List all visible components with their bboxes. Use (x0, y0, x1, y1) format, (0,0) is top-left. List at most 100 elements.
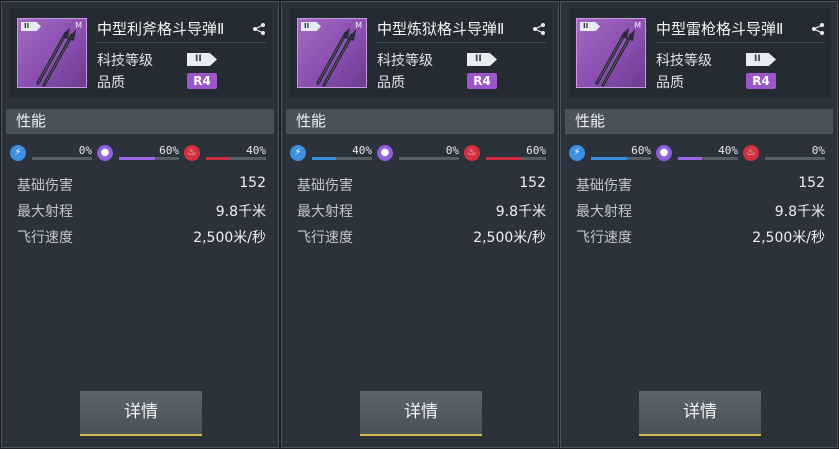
damage-bar (486, 157, 546, 160)
tech-level-label: 科技等级 (656, 53, 712, 69)
thumb-size-label: M (355, 21, 362, 30)
missile-card: II M 中型炼狱格斗导弹Ⅱ 科技等级 II 品质 R4 性能 ⚡ 40% ● 0% ♨… (281, 1, 559, 448)
damage-percent: 60% (631, 144, 651, 157)
details-button[interactable]: 详情 (639, 391, 761, 436)
kinetic-icon: ● (377, 145, 393, 161)
damage-percent: 40% (246, 144, 266, 157)
stat-value: 9.8千米 (495, 204, 546, 220)
damage-percent: 60% (526, 144, 546, 157)
stat-base-damage: 基础伤害 152 (290, 175, 552, 195)
missile-title: 中型炼狱格斗导弹Ⅱ (377, 20, 505, 38)
card-header: II M 中型雷枪格斗导弹Ⅱ 科技等级 II 品质 R4 (569, 8, 831, 98)
damage-bar-fill (206, 157, 230, 160)
stat-value: 152 (239, 175, 266, 191)
quality-badge: R4 (746, 73, 776, 89)
stat-max-range: 最大射程 9.8千米 (569, 201, 831, 221)
missile-title: 中型利斧格斗导弹Ⅱ (97, 20, 225, 38)
missile-comparison: II M 中型利斧格斗导弹Ⅱ 科技等级 II 品质 R4 性能 ⚡ 0% ● 60% ♨… (0, 0, 839, 449)
thumb-size-label: M (75, 21, 82, 30)
fire-icon: ♨ (184, 145, 200, 161)
fire-icon: ♨ (743, 145, 759, 161)
missile-title: 中型雷枪格斗导弹Ⅱ (656, 20, 784, 38)
damage-distribution: ⚡ 0% ● 60% ♨ 40% (10, 143, 272, 163)
missile-card: II M 中型雷枪格斗导弹Ⅱ 科技等级 II 品质 R4 性能 ⚡ 60% ● 40%… (560, 1, 838, 448)
share-icon[interactable] (532, 22, 546, 36)
tech-level-badge: II (746, 53, 776, 66)
stat-label: 飞行速度 (17, 230, 73, 246)
damage-bar (312, 157, 372, 160)
missile-thumbnail[interactable]: II M (297, 18, 367, 88)
stat-label: 最大射程 (297, 204, 353, 220)
stat-value: 9.8千米 (215, 204, 266, 220)
lightning-icon: ⚡ (569, 145, 585, 161)
damage-percent: 0% (811, 144, 825, 157)
damage-bar-fill (678, 157, 702, 160)
header-divider (377, 42, 546, 43)
stat-label: 基础伤害 (576, 178, 632, 194)
stat-base-damage: 基础伤害 152 (10, 175, 272, 195)
quality-badge: R4 (187, 73, 217, 89)
damage-bar (678, 157, 738, 160)
stat-flight-speed: 飞行速度 2,500米/秒 (290, 227, 552, 247)
damage-bar-fill (591, 157, 627, 160)
stat-value: 152 (798, 175, 825, 191)
stat-label: 最大射程 (17, 204, 73, 220)
damage-bar (399, 157, 459, 160)
lightning-icon: ⚡ (10, 145, 26, 161)
damage-percent: 0% (78, 144, 92, 157)
stat-label: 飞行速度 (297, 230, 353, 246)
performance-header: 性能 (6, 109, 274, 134)
damage-bar (591, 157, 651, 160)
header-divider (97, 42, 266, 43)
damage-bar-fill (119, 157, 155, 160)
stat-label: 基础伤害 (17, 178, 73, 194)
fire-icon: ♨ (464, 145, 480, 161)
damage-percent: 40% (718, 144, 738, 157)
card-header: II M 中型炼狱格斗导弹Ⅱ 科技等级 II 品质 R4 (290, 8, 552, 98)
stat-label: 飞行速度 (576, 230, 632, 246)
tech-level-badge: II (467, 53, 497, 66)
tech-level-label: 科技等级 (97, 53, 153, 69)
damage-bar (32, 157, 92, 160)
damage-bar (765, 157, 825, 160)
kinetic-icon: ● (97, 145, 113, 161)
stat-label: 基础伤害 (297, 178, 353, 194)
share-icon[interactable] (252, 22, 266, 36)
damage-percent: 40% (352, 144, 372, 157)
stat-value: 2,500米/秒 (473, 230, 546, 246)
lightning-icon: ⚡ (290, 145, 306, 161)
quality-label: 品质 (656, 75, 684, 91)
stat-flight-speed: 飞行速度 2,500米/秒 (569, 227, 831, 247)
quality-label: 品质 (377, 75, 405, 91)
damage-bar (119, 157, 179, 160)
kinetic-icon: ● (656, 145, 672, 161)
tech-level-badge: II (187, 53, 217, 66)
missile-thumbnail[interactable]: II M (17, 18, 87, 88)
details-button[interactable]: 详情 (80, 391, 202, 436)
damage-percent: 60% (159, 144, 179, 157)
damage-percent: 0% (445, 144, 459, 157)
stat-label: 最大射程 (576, 204, 632, 220)
quality-badge: R4 (467, 73, 497, 89)
stat-max-range: 最大射程 9.8千米 (10, 201, 272, 221)
share-icon[interactable] (811, 22, 825, 36)
details-button[interactable]: 详情 (360, 391, 482, 436)
header-divider (656, 42, 825, 43)
damage-bar (206, 157, 266, 160)
missile-card: II M 中型利斧格斗导弹Ⅱ 科技等级 II 品质 R4 性能 ⚡ 0% ● 60% ♨… (1, 1, 279, 448)
damage-distribution: ⚡ 40% ● 0% ♨ 60% (290, 143, 552, 163)
damage-bar-fill (486, 157, 522, 160)
stat-value: 2,500米/秒 (193, 230, 266, 246)
stat-flight-speed: 飞行速度 2,500米/秒 (10, 227, 272, 247)
thumb-size-label: M (634, 21, 641, 30)
stat-value: 152 (519, 175, 546, 191)
card-header: II M 中型利斧格斗导弹Ⅱ 科技等级 II 品质 R4 (10, 8, 272, 98)
performance-header: 性能 (565, 109, 833, 134)
quality-label: 品质 (97, 75, 125, 91)
damage-bar-fill (312, 157, 336, 160)
missile-thumbnail[interactable]: II M (576, 18, 646, 88)
stat-max-range: 最大射程 9.8千米 (290, 201, 552, 221)
performance-header: 性能 (286, 109, 554, 134)
stat-value: 9.8千米 (774, 204, 825, 220)
stat-base-damage: 基础伤害 152 (569, 175, 831, 195)
